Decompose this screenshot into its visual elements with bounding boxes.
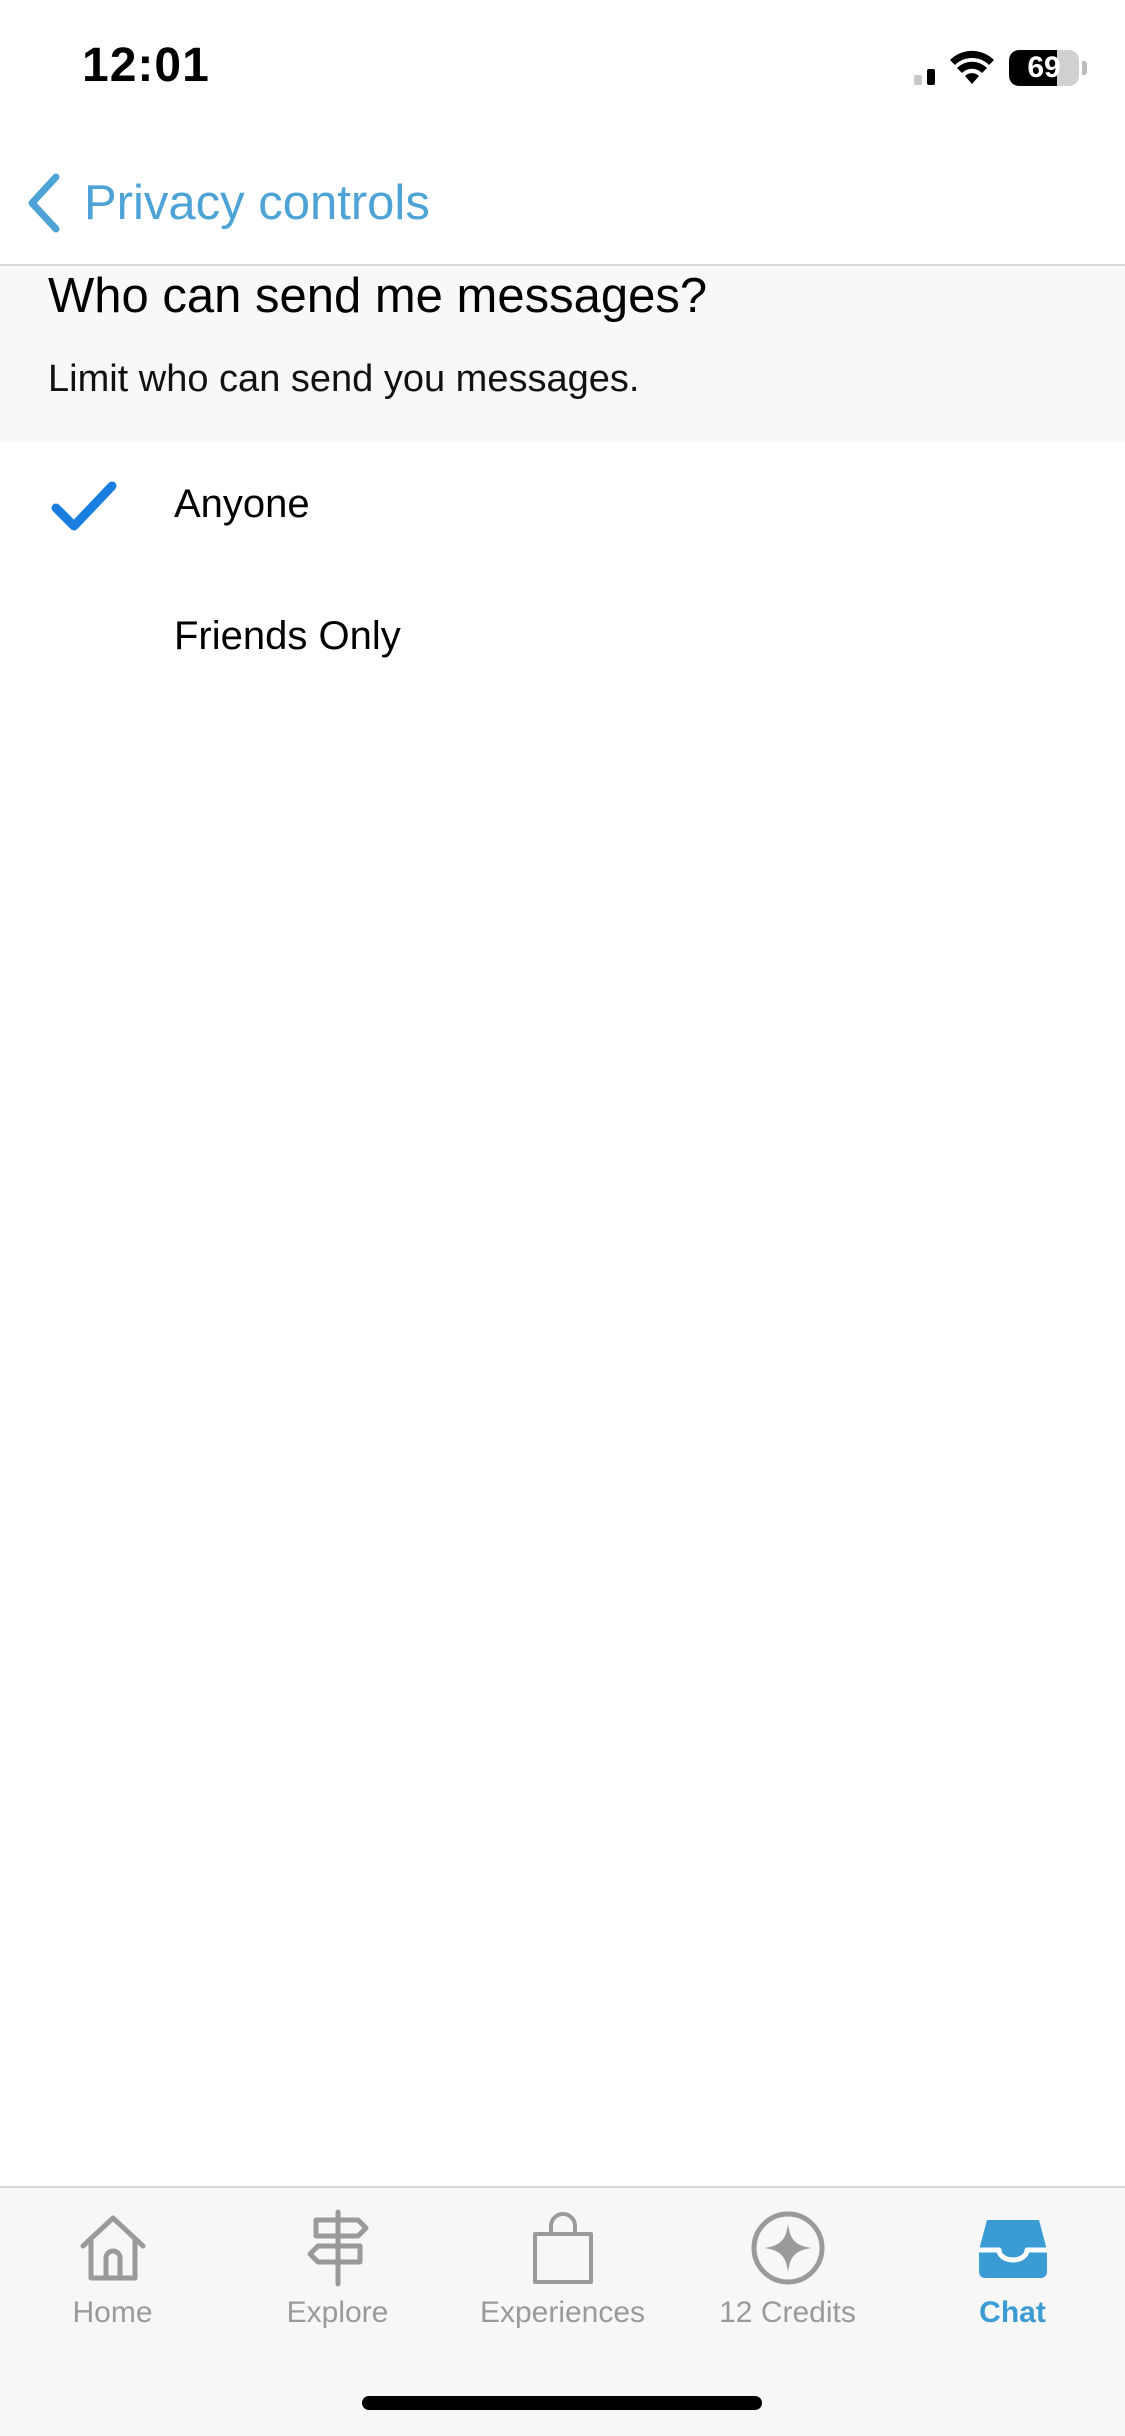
status-time: 12:01: [82, 39, 210, 92]
tab-label: Experiences: [479, 2296, 646, 2329]
chevron-left-icon: [28, 173, 60, 233]
signpost-icon: [307, 2209, 368, 2287]
navigation-bar: Privacy controls: [0, 140, 1125, 266]
tab-label: Home: [72, 2296, 153, 2329]
option-label: Friends Only: [174, 614, 401, 658]
tab-chat[interactable]: Chat: [900, 2208, 1125, 2358]
wifi-icon: [950, 50, 994, 84]
home-icon: [80, 2215, 145, 2281]
section-title: Who can send me messages?: [48, 269, 708, 323]
tab-label: 12 Credits: [719, 2296, 856, 2329]
section-subtitle: Limit who can send you messages.: [48, 358, 640, 400]
inbox-tray-icon: [978, 2220, 1047, 2278]
option-anyone[interactable]: Anyone: [0, 442, 1125, 574]
tab-explore[interactable]: Explore: [225, 2208, 450, 2358]
screen: 12:01 69 Privacy controls Who can send m…: [0, 0, 1125, 2436]
tab-credits[interactable]: 12 Credits: [675, 2208, 900, 2358]
battery-icon: 69: [1009, 50, 1079, 86]
sparkle-coin-icon: [751, 2211, 824, 2285]
shopping-bag-icon: [532, 2212, 593, 2284]
tab-label: Explore: [286, 2296, 389, 2329]
section-header: Who can send me messages? Limit who can …: [0, 266, 1125, 442]
back-button[interactable]: Privacy controls: [22, 168, 430, 238]
back-label: Privacy controls: [84, 176, 430, 230]
cellular-signal-icon: [914, 51, 935, 85]
option-label: Anyone: [174, 482, 310, 526]
home-indicator: [362, 2396, 762, 2410]
status-bar: 12:01 69: [0, 0, 1125, 140]
tab-experiences[interactable]: Experiences: [450, 2208, 675, 2358]
checkmark-icon: [51, 481, 117, 531]
battery-percent: 69: [1027, 51, 1061, 84]
tab-home[interactable]: Home: [0, 2208, 225, 2358]
tab-label: Chat: [979, 2296, 1046, 2329]
option-friends-only[interactable]: Friends Only: [0, 574, 1125, 706]
battery-group: 69: [1009, 50, 1087, 86]
status-icons: 69: [914, 48, 1087, 88]
